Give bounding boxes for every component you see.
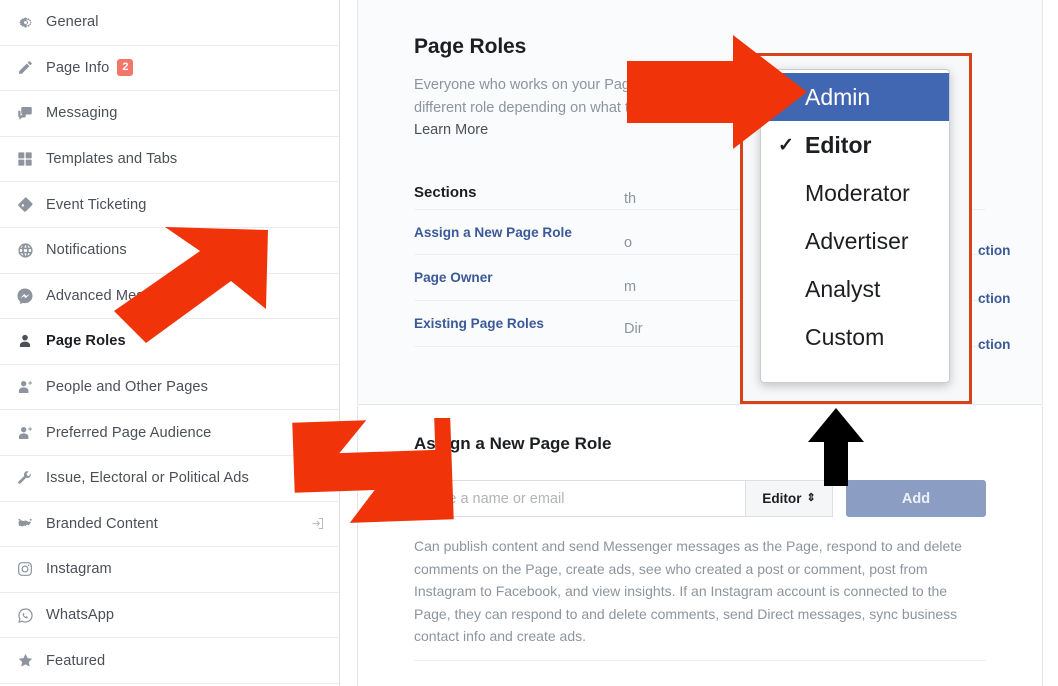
- sidebar-item-featured[interactable]: Featured: [0, 638, 339, 684]
- check-icon: ✓: [778, 134, 794, 156]
- add-button[interactable]: Add: [846, 480, 986, 517]
- sidebar-item-label: Event Ticketing: [46, 196, 147, 213]
- settings-sidebar: General Page Info 2 Messaging Templates …: [0, 0, 340, 686]
- dropdown-option-analyst[interactable]: Analyst: [761, 265, 949, 313]
- background-section-link-fragment: ction: [978, 243, 1011, 258]
- assign-new-page-role-card: Assign a New Page Role Editor ⇕ Add Can …: [357, 406, 1043, 686]
- sidebar-item-general[interactable]: General: [0, 0, 339, 46]
- sidebar-item-page-info[interactable]: Page Info 2: [0, 45, 339, 92]
- assign-new-page-role-heading: Assign a New Page Role: [414, 434, 612, 453]
- dropdown-option-label: Editor: [805, 131, 872, 158]
- sidebar-item-whatsapp[interactable]: WhatsApp: [0, 592, 339, 639]
- background-text-fragment: m: [624, 279, 637, 295]
- sidebar-item-event-ticketing[interactable]: Event Ticketing: [0, 182, 339, 228]
- sidebar-item-label: People and Other Pages: [46, 379, 209, 396]
- assign-role-row: Editor ⇕ Add: [414, 480, 986, 517]
- sidebar-item-page-roles[interactable]: Page Roles: [0, 319, 339, 365]
- gear-icon: [14, 11, 36, 33]
- sidebar-item-label: Issue, Electoral or Political Ads: [46, 470, 249, 487]
- page-description-text: Everyone who works on your Page can have…: [414, 77, 764, 116]
- sidebar-item-label: Branded Content: [46, 515, 158, 532]
- wrench-icon: [14, 467, 36, 489]
- dropdown-option-label: Analyst: [805, 275, 881, 302]
- dropdown-option-label: Admin: [805, 83, 871, 110]
- divider: [414, 660, 986, 661]
- dropdown-option-editor[interactable]: ✓ Editor: [761, 121, 949, 169]
- grid-squares-icon: [14, 148, 36, 170]
- sidebar-item-label: Advanced Messaging: [46, 287, 188, 304]
- sidebar-item-preferred-page-audience[interactable]: Preferred Page Audience: [0, 410, 339, 456]
- dropdown-option-label: Advertiser: [805, 227, 909, 254]
- dropdown-option-label: Moderator: [805, 179, 910, 206]
- dropdown-option-custom[interactable]: Custom: [761, 313, 949, 361]
- instagram-icon: [14, 558, 36, 580]
- chat-bubbles-icon: [14, 102, 36, 124]
- person-plus-icon: [14, 376, 36, 398]
- background-text-fragment: th: [624, 191, 637, 207]
- sidebar-item-label: Instagram: [46, 561, 112, 578]
- role-description: Can publish content and send Messenger m…: [414, 538, 962, 644]
- messenger-icon: [14, 285, 36, 307]
- dropdown-option-advertiser[interactable]: Advertiser: [761, 217, 949, 265]
- background-section-link-fragment: ction: [978, 291, 1011, 306]
- sidebar-item-templates-and-tabs[interactable]: Templates and Tabs: [0, 136, 339, 183]
- sidebar-item-label: Page Roles: [46, 333, 126, 350]
- pencil-icon: [14, 57, 36, 79]
- sidebar-item-label: WhatsApp: [46, 607, 115, 624]
- sidebar-item-label: Notifications: [46, 242, 127, 259]
- dropdown-option-moderator[interactable]: Moderator: [761, 169, 949, 217]
- sidebar-item-issue-electoral-political-ads[interactable]: Issue, Electoral or Political Ads: [0, 455, 339, 502]
- sidebar-item-label: Page Info: [46, 59, 110, 76]
- person-plus-icon: [14, 422, 36, 444]
- page-description: Everyone who works on your Page can have…: [414, 74, 764, 142]
- sidebar-item-people-and-other-pages[interactable]: People and Other Pages: [0, 364, 339, 411]
- external-link-icon[interactable]: [310, 516, 325, 531]
- sidebar-item-label: Templates and Tabs: [46, 151, 178, 168]
- ticket-icon: [14, 194, 36, 216]
- sidebar-item-branded-content[interactable]: Branded Content: [0, 501, 339, 548]
- name-or-email-input[interactable]: [414, 480, 745, 517]
- sidebar-item-label: Messaging: [46, 105, 118, 122]
- globe-icon: [14, 239, 36, 261]
- dropdown-option-label: Custom: [805, 323, 885, 350]
- sidebar-item-label: Preferred Page Audience: [46, 424, 212, 441]
- person-icon: [14, 330, 36, 352]
- chevron-updown-icon: ⇕: [806, 492, 816, 504]
- sidebar-item-notifications[interactable]: Notifications: [0, 227, 339, 274]
- role-dropdown-menu[interactable]: Admin ✓ Editor Moderator Advertiser Anal…: [760, 69, 950, 383]
- sidebar-item-messaging[interactable]: Messaging: [0, 91, 339, 137]
- dropdown-option-admin[interactable]: Admin: [761, 73, 949, 121]
- role-select-value: Editor: [762, 491, 802, 506]
- role-select[interactable]: Editor ⇕: [745, 480, 833, 517]
- page-roles-screen: General Page Info 2 Messaging Templates …: [0, 0, 1058, 686]
- sidebar-item-label: General: [46, 14, 99, 31]
- background-text-fragment: o: [624, 235, 633, 251]
- learn-more-link[interactable]: Learn More: [414, 122, 488, 138]
- sidebar-item-label: Featured: [46, 652, 106, 669]
- star-icon: [14, 650, 36, 672]
- whatsapp-icon: [14, 604, 36, 626]
- sidebar-item-advanced-messaging[interactable]: Advanced Messaging: [0, 273, 339, 320]
- background-text-fragment: Dir: [624, 321, 643, 337]
- background-section-link-fragment: ction: [978, 337, 1011, 352]
- handshake-icon: [14, 513, 36, 535]
- sidebar-item-instagram[interactable]: Instagram: [0, 547, 339, 593]
- status-badge: 2: [117, 59, 134, 77]
